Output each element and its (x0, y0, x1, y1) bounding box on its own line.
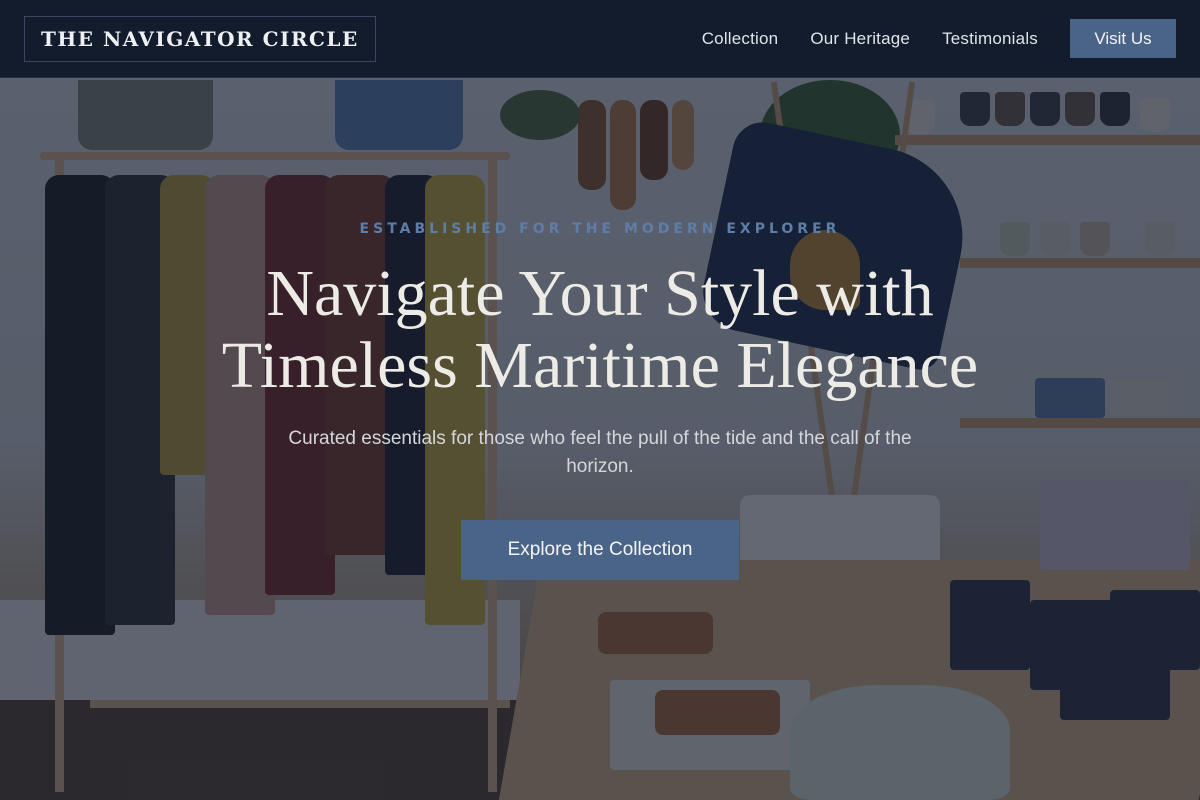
visit-us-button[interactable]: Visit Us (1070, 19, 1176, 58)
hero-title-line-2: Timeless Maritime Elegance (221, 329, 979, 402)
main-nav: Collection Our Heritage Testimonials Vis… (702, 19, 1176, 58)
hero-eyebrow: ESTABLISHED FOR THE MODERN EXPLORER (359, 221, 841, 237)
nav-link-testimonials[interactable]: Testimonials (942, 29, 1038, 49)
explore-collection-button[interactable]: Explore the Collection (461, 520, 739, 580)
hero-title: Navigate Your Style with Timeless Mariti… (150, 258, 1050, 402)
hero-section: ESTABLISHED FOR THE MODERN EXPLORER Navi… (0, 78, 1200, 800)
hero-subtitle: Curated essentials for those who feel th… (288, 428, 912, 477)
hero-title-line-1: Navigate Your Style with (266, 257, 934, 330)
nav-link-our-heritage[interactable]: Our Heritage (810, 29, 910, 49)
site-header: THE NAVIGATOR CIRCLE Collection Our Heri… (0, 0, 1200, 78)
brand-logo[interactable]: THE NAVIGATOR CIRCLE (24, 15, 376, 62)
nav-link-collection[interactable]: Collection (702, 29, 779, 49)
